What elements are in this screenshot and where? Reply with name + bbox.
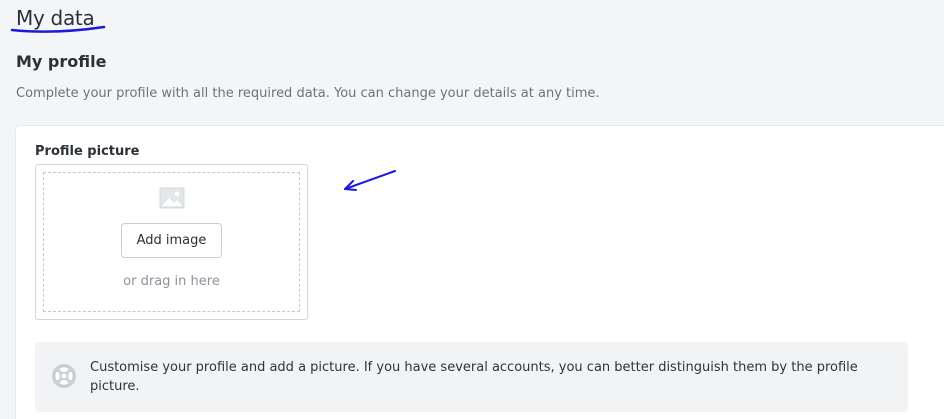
lifebuoy-icon — [52, 364, 76, 388]
profile-card: Profile picture Add image or drag in her… — [16, 126, 944, 419]
drag-hint: or drag in here — [123, 274, 220, 289]
section-title: My profile — [16, 52, 107, 71]
info-box: Customise your profile and add a picture… — [35, 342, 908, 412]
section-description: Complete your profile with all the requi… — [16, 86, 600, 101]
title-underline-annotation — [10, 25, 106, 33]
profile-picture-dropzone[interactable]: Add image or drag in here — [35, 164, 308, 320]
dropzone-inner[interactable]: Add image or drag in here — [43, 172, 300, 312]
profile-picture-label: Profile picture — [35, 144, 140, 159]
add-image-button[interactable]: Add image — [120, 223, 223, 258]
info-text: Customise your profile and add a picture… — [90, 360, 858, 394]
arrow-annotation — [344, 170, 396, 191]
image-icon — [159, 187, 184, 209]
